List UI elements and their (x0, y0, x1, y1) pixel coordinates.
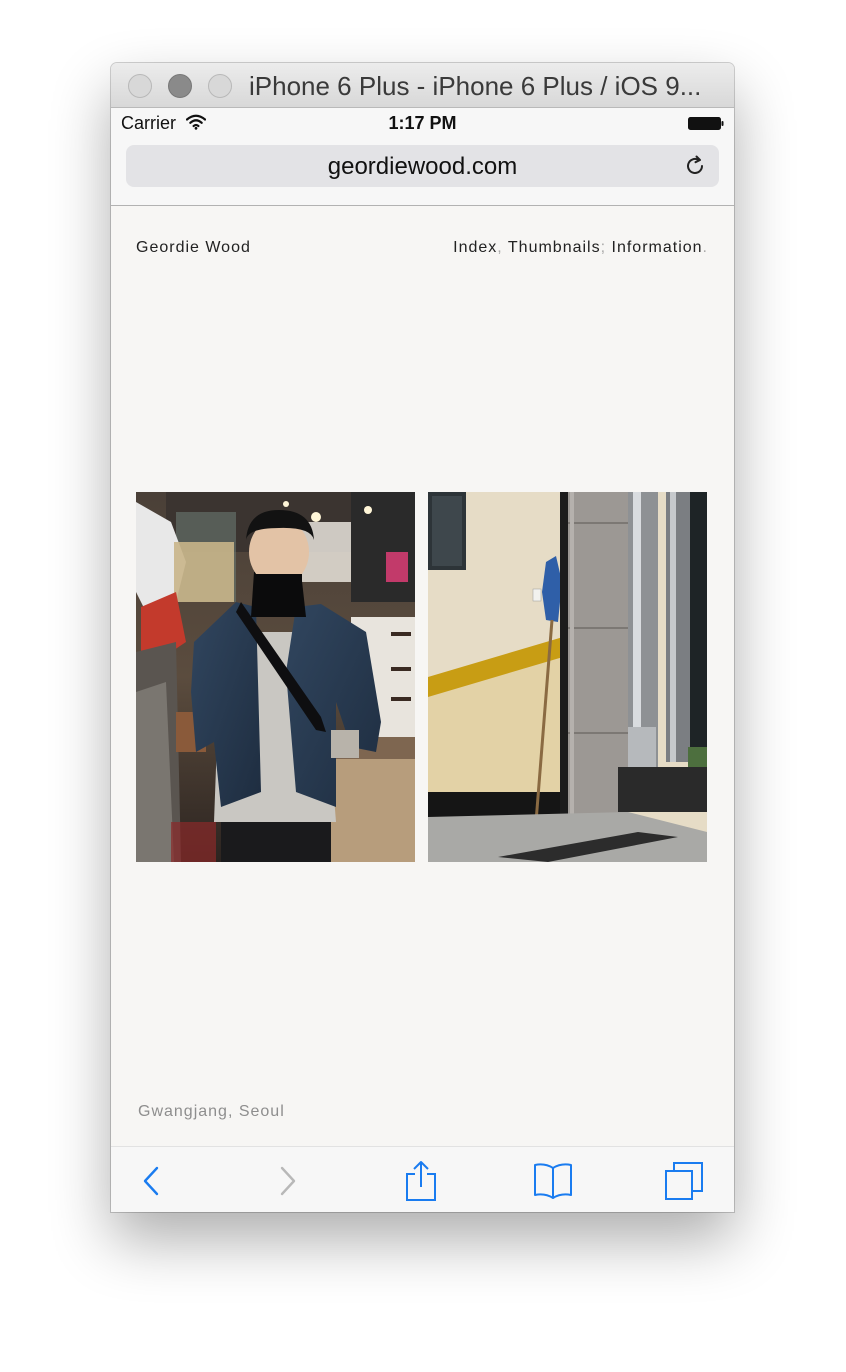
tabs-button[interactable] (662, 1159, 706, 1203)
safari-bottom-toolbar (111, 1146, 734, 1212)
tabs-icon (665, 1162, 703, 1200)
back-button[interactable] (129, 1159, 173, 1203)
safari-address-bar: geordiewood.com (111, 138, 734, 206)
photo-caption: Gwangjang, Seoul (138, 1103, 285, 1120)
nav-separator: , (497, 239, 503, 256)
photo-man-in-denim-jacket[interactable] (136, 492, 415, 862)
reload-icon[interactable] (683, 154, 707, 178)
nav-separator: ; (600, 239, 607, 256)
book-icon (534, 1163, 572, 1199)
bookmarks-button[interactable] (531, 1159, 575, 1203)
close-window-button[interactable] (128, 74, 152, 98)
status-time: 1:17 PM (388, 113, 457, 133)
chevron-left-icon (143, 1166, 159, 1196)
site-name-link[interactable]: Geordie Wood (136, 239, 251, 257)
url-field[interactable]: geordiewood.com (126, 145, 719, 187)
ios-screen: Carrier 1:17 PM geordiewood.com Geordie … (111, 108, 734, 1212)
share-icon (406, 1161, 436, 1201)
minimize-window-button[interactable] (168, 74, 192, 98)
simulator-window: iPhone 6 Plus - iPhone 6 Plus / iOS 9...… (111, 63, 734, 1212)
photo-wall-and-pipe[interactable] (428, 492, 707, 862)
url-text[interactable]: geordiewood.com (126, 153, 719, 181)
forward-button[interactable] (266, 1159, 310, 1203)
status-bar: Carrier 1:17 PM (111, 108, 734, 138)
battery-icon (688, 117, 724, 130)
nav-separator: . (702, 239, 708, 256)
window-title: iPhone 6 Plus - iPhone 6 Plus / iOS 9... (249, 71, 702, 101)
window-titlebar: iPhone 6 Plus - iPhone 6 Plus / iOS 9... (111, 63, 734, 108)
site-nav: Index, Thumbnails; Information. (453, 239, 708, 257)
share-button[interactable] (399, 1159, 443, 1203)
nav-thumbnails-link[interactable]: Thumbnails (508, 239, 601, 256)
nav-index-link[interactable]: Index (453, 239, 497, 256)
chevron-right-icon (280, 1166, 296, 1196)
zoom-window-button[interactable] (208, 74, 232, 98)
web-page: Geordie Wood Index, Thumbnails; Informat… (111, 206, 734, 1146)
nav-information-link[interactable]: Information (612, 239, 703, 256)
stage: iPhone 6 Plus - iPhone 6 Plus / iOS 9...… (0, 0, 846, 1372)
